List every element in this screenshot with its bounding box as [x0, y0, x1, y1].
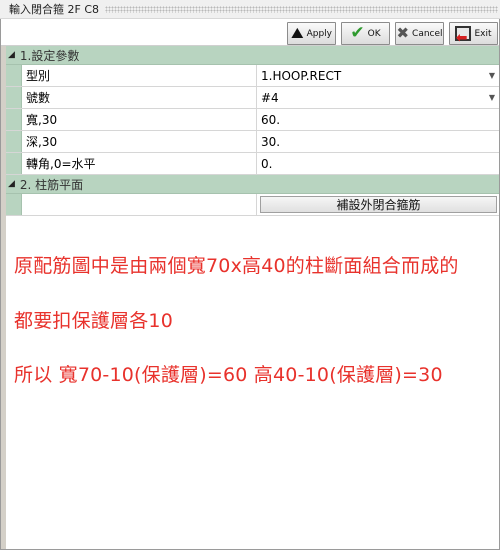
ok-button[interactable]: ✔ OK: [341, 22, 390, 45]
dialog-frame: ⛰ Apply ✔ OK ✖ Cancel ⬅ Exit ◢ 1.設定參數 型別: [0, 19, 500, 550]
chevron-down-icon[interactable]: ▼: [489, 93, 499, 102]
titlebar-grip[interactable]: [105, 5, 498, 13]
depth-field[interactable]: 30.: [257, 131, 499, 152]
grid-row-width: 寬,30 60.: [6, 109, 499, 131]
apply-label: Apply: [306, 28, 333, 39]
row-gutter: [6, 153, 22, 174]
row-label-type: 型別: [22, 65, 257, 86]
row-gutter: [6, 65, 22, 86]
add-outer-stirrup-button[interactable]: 補設外閉合箍筋: [260, 196, 497, 213]
row-label-depth: 深,30: [22, 131, 257, 152]
bar-size-value: #4: [261, 90, 279, 105]
exit-button[interactable]: ⬅ Exit: [449, 22, 498, 45]
type-select[interactable]: 1.HOOP.RECT ▼: [257, 65, 499, 86]
exit-arrow-icon: ⬅: [455, 30, 468, 46]
annotation-line-2: 都要扣保護層各10: [14, 310, 173, 332]
ok-label: OK: [367, 28, 381, 39]
row-gutter: [6, 87, 22, 108]
annotation-line-1: 原配筋圖中是由兩個寬70x高40的柱斷面組合而成的: [14, 255, 459, 277]
grid-row-type: 型別 1.HOOP.RECT ▼: [6, 65, 499, 87]
depth-value: 30.: [261, 134, 281, 149]
property-grid: ◢ 1.設定參數 型別 1.HOOP.RECT ▼ 號數 #4 ▼ 寬,30 6…: [6, 46, 499, 216]
grid-row-bar-size: 號數 #4 ▼: [6, 87, 499, 109]
cancel-label: Cancel: [412, 28, 443, 39]
toolbar: ⛰ Apply ✔ OK ✖ Cancel ⬅ Exit: [1, 19, 499, 46]
exit-door-icon: ⬅: [455, 26, 472, 45]
window-titlebar[interactable]: 輸入閉合箍 2F C8: [0, 0, 500, 19]
chevron-down-icon[interactable]: ▼: [489, 71, 499, 80]
annotation-line-3: 所以 寬70-10(保護層)=60 高40-10(保護層)=30: [14, 364, 443, 386]
x-icon: ✖: [396, 24, 410, 42]
grid-row-add-stirrup: 補設外閉合箍筋: [6, 194, 499, 216]
apply-icon: ⛰: [290, 24, 304, 42]
row-label-width: 寬,30: [22, 109, 257, 130]
triangle-down-icon[interactable]: ◢: [8, 50, 15, 60]
section-column-plan-title: 2. 柱筋平面: [19, 177, 84, 192]
section-column-plan-header[interactable]: ◢ 2. 柱筋平面: [6, 175, 499, 194]
add-stirrup-cell: 補設外閉合箍筋: [257, 194, 499, 215]
rotation-value: 0.: [261, 156, 273, 171]
grid-row-depth: 深,30 30.: [6, 131, 499, 153]
window-title: 輸入閉合箍 2F C8: [9, 3, 99, 16]
row-gutter: [6, 131, 22, 152]
width-field[interactable]: 60.: [257, 109, 499, 130]
checkmark-icon: ✔: [350, 23, 365, 43]
row-gutter: [6, 109, 22, 130]
row-label-rotation: 轉角,0=水平: [22, 153, 257, 174]
cancel-button[interactable]: ✖ Cancel: [395, 22, 444, 45]
row-label-empty: [22, 194, 257, 215]
bar-size-select[interactable]: #4 ▼: [257, 87, 499, 108]
width-value: 60.: [261, 112, 281, 127]
section-settings-header[interactable]: ◢ 1.設定參數: [6, 46, 499, 65]
row-label-bar-size: 號數: [22, 87, 257, 108]
triangle-down-icon[interactable]: ◢: [8, 179, 15, 189]
rotation-field[interactable]: 0.: [257, 153, 499, 174]
type-value: 1.HOOP.RECT: [261, 68, 342, 83]
apply-button[interactable]: ⛰ Apply: [287, 22, 336, 45]
grid-row-rotation: 轉角,0=水平 0.: [6, 153, 499, 175]
section-settings-title: 1.設定參數: [19, 48, 80, 63]
row-gutter: [6, 194, 22, 215]
exit-label: Exit: [474, 28, 492, 39]
